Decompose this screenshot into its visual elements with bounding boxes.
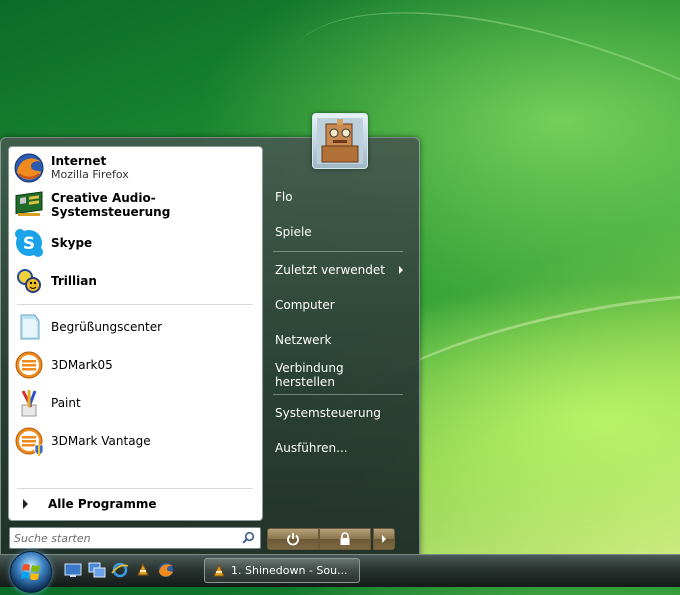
program-title: Skype <box>51 236 93 250</box>
program-paint[interactable]: Paint <box>13 386 257 420</box>
program-creative-audio[interactable]: Creative Audio-Systemsteuerung <box>13 188 257 222</box>
lock-icon <box>340 532 350 545</box>
right-item-label: Systemsteuerung <box>275 406 381 420</box>
program-title: Paint <box>51 396 81 410</box>
welcome-center-icon <box>13 311 45 343</box>
internet-explorer-icon[interactable] <box>111 561 129 579</box>
chevron-right-icon <box>382 535 386 543</box>
program-title: Internet <box>51 154 107 168</box>
search-input[interactable] <box>12 529 236 547</box>
power-buttons <box>267 528 395 550</box>
right-item-label: Ausführen... <box>275 441 348 455</box>
right-separator <box>273 251 403 252</box>
3dmark-vantage-icon <box>13 425 45 457</box>
paint-icon <box>13 387 45 419</box>
games-link[interactable]: Spiele <box>267 219 407 245</box>
lock-button[interactable] <box>319 528 371 550</box>
power-icon <box>287 533 299 546</box>
search-icon[interactable] <box>242 531 255 544</box>
winamp-icon <box>213 563 225 577</box>
program-trillian[interactable]: Trillian <box>13 264 257 298</box>
start-menu: Internet Mozilla Firefox Creative Audio-… <box>0 137 420 557</box>
program-title: 3DMark05 <box>51 358 113 372</box>
winamp-icon[interactable] <box>134 561 152 579</box>
recent-items-link[interactable]: Zuletzt verwendet <box>267 257 407 283</box>
3dmark05-icon <box>13 349 45 381</box>
program-skype[interactable]: S Skype <box>13 226 257 260</box>
windows-logo-icon <box>21 564 40 580</box>
right-item-label: Zuletzt verwendet <box>275 263 385 277</box>
creative-audio-icon <box>13 189 45 221</box>
program-title: Creative Audio-Systemsteuerung <box>51 191 171 219</box>
all-programs-button[interactable]: Alle Programme <box>13 493 257 515</box>
program-title: Begrüßungscenter <box>51 320 163 334</box>
trillian-icon <box>13 265 45 297</box>
arrow-right-icon <box>23 499 28 509</box>
program-welcome-center[interactable]: Begrüßungscenter <box>13 310 257 344</box>
network-link[interactable]: Netzwerk <box>267 327 407 353</box>
right-item-label: Spiele <box>275 225 312 239</box>
skype-icon: S <box>13 227 45 259</box>
show-desktop-icon[interactable] <box>64 561 82 579</box>
taskbar-button-winamp[interactable]: 1. Shinedown - Sou... <box>204 558 360 583</box>
user-folder-link[interactable]: Flo <box>267 184 407 210</box>
program-title: Trillian <box>51 274 97 288</box>
programs-separator <box>17 304 253 305</box>
right-item-label: Computer <box>275 298 335 312</box>
control-panel-link[interactable]: Systemsteuerung <box>267 400 407 426</box>
right-item-label: Netzwerk <box>275 333 332 347</box>
shutdown-options-button[interactable] <box>373 528 395 550</box>
run-link[interactable]: Ausführen... <box>267 435 407 461</box>
program-internet[interactable]: Internet Mozilla Firefox <box>13 151 257 185</box>
start-button[interactable] <box>10 551 52 593</box>
taskbar-button-label: 1. Shinedown - Sou... <box>231 564 348 577</box>
svg-text:S: S <box>23 234 35 254</box>
all-programs-label: Alle Programme <box>48 497 157 511</box>
power-button[interactable] <box>267 528 319 550</box>
program-title: 3DMark Vantage <box>51 434 151 448</box>
search-box[interactable] <box>9 527 261 549</box>
chevron-right-icon <box>399 266 403 274</box>
programs-pane: Internet Mozilla Firefox Creative Audio-… <box>8 146 263 521</box>
right-item-label: Verbindung herstellen <box>275 361 344 389</box>
firefox-quicklaunch-icon[interactable] <box>157 561 175 579</box>
user-picture[interactable] <box>312 113 368 169</box>
program-3dmark-vantage[interactable]: 3DMark Vantage <box>13 424 257 458</box>
all-programs-separator <box>17 488 253 489</box>
program-3dmark05[interactable]: 3DMark05 <box>13 348 257 382</box>
connect-to-link[interactable]: Verbindung herstellen <box>267 361 407 389</box>
firefox-icon <box>13 152 45 184</box>
right-item-label: Flo <box>275 190 293 204</box>
right-separator <box>273 394 403 395</box>
switch-windows-icon[interactable] <box>88 561 106 579</box>
computer-link[interactable]: Computer <box>267 292 407 318</box>
program-subtitle: Mozilla Firefox <box>51 168 129 181</box>
